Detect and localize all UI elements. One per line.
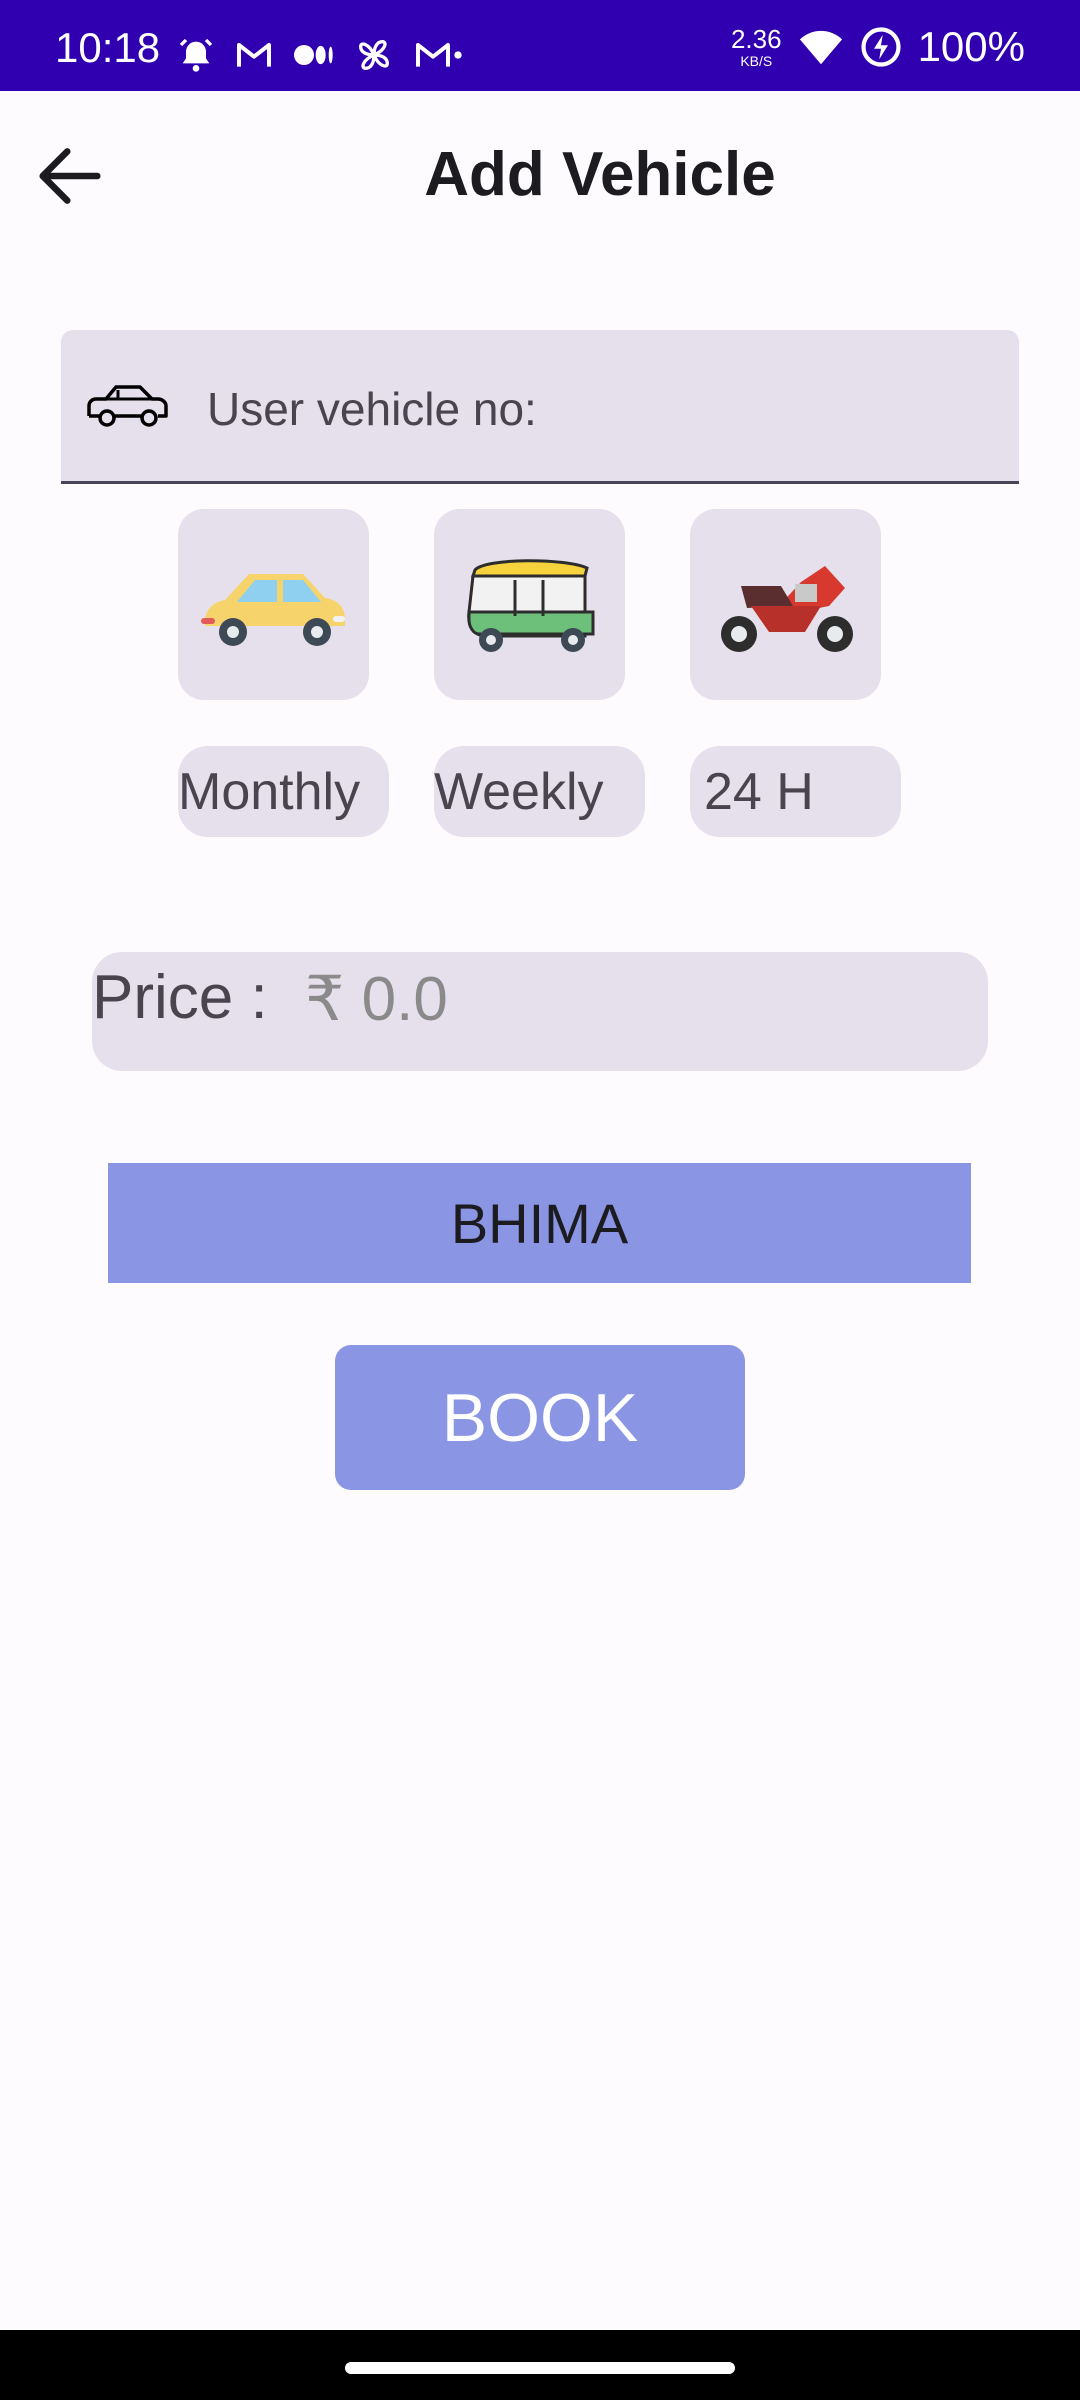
name-button[interactable]: BHIMA	[108, 1163, 971, 1283]
pinwheel-icon	[358, 39, 390, 71]
wifi-icon	[799, 30, 842, 65]
vehicle-type-car[interactable]	[178, 509, 369, 700]
gmail-icon	[416, 43, 462, 67]
gmail-icon	[237, 43, 271, 67]
navigation-bar	[0, 2330, 1080, 2400]
alarm-icon	[179, 38, 213, 72]
price-value: ₹ 0.0	[305, 965, 448, 1034]
status-time: 10:18	[55, 24, 161, 71]
vehicle-type-auto-rickshaw[interactable]	[434, 509, 625, 700]
network-speed-value: 2.36	[730, 24, 782, 54]
car-icon	[200, 573, 345, 646]
vehicle-type-motorbike[interactable]	[690, 509, 881, 700]
medium-icon	[294, 45, 333, 65]
price-display: Price : ₹ 0.0	[92, 952, 988, 1071]
book-button[interactable]: BOOK	[335, 1345, 745, 1490]
battery-percent: 100%	[917, 23, 1025, 70]
vehicle-number-field[interactable]: User vehicle no:	[61, 330, 1019, 484]
vehicle-number-placeholder: User vehicle no:	[207, 383, 537, 435]
battery-saver-icon	[860, 27, 901, 67]
home-indicator[interactable]	[345, 2362, 735, 2374]
network-speed: 2.36 KB/S	[731, 26, 782, 68]
motorbike-icon	[720, 565, 853, 652]
notification-icons	[176, 30, 464, 80]
duration-weekly[interactable]: Weekly	[434, 746, 645, 837]
duration-24h[interactable]: 24 H	[690, 746, 901, 837]
duration-monthly[interactable]: Monthly	[178, 746, 389, 837]
network-speed-unit: KB/S	[740, 53, 773, 69]
auto-rickshaw-icon	[466, 558, 594, 652]
app-bar: Add Vehicle	[0, 91, 1080, 266]
status-right: 2.36 KB/S 100%	[731, 22, 1025, 72]
price-label: Price :	[92, 963, 268, 1032]
status-bar: 10:18 2.36 KB/S 100%	[0, 0, 1080, 91]
car-outline-icon	[85, 380, 171, 435]
page-title: Add Vehicle	[424, 140, 776, 209]
